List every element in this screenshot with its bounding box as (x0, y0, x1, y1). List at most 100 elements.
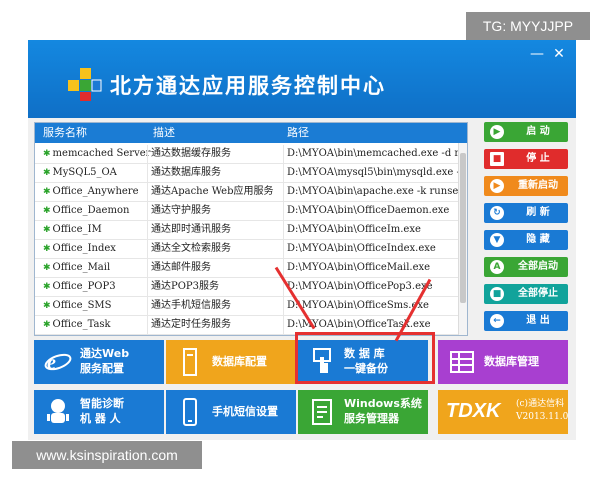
stop-all-button[interactable]: ■ 全部停止 (484, 284, 568, 304)
start-button[interactable]: ▶ 启 动 (484, 122, 568, 142)
service-table: 服务名称 描述 路径 ✱ memcached Server 通达数据缓存服务 D:… (34, 122, 468, 336)
stop-button[interactable]: ■ 停 止 (484, 149, 568, 169)
watermark-top: TG: MYYJJPP (466, 12, 590, 40)
table-row[interactable]: ✱ Office_Mail 通达邮件服务 D:\MYOA\bin\OfficeMa… (35, 259, 459, 278)
title-bar: 北方通达应用服务控制中心 — ✕ (28, 40, 576, 118)
server-icon (183, 348, 197, 376)
column-header-path[interactable]: 路径 (287, 123, 309, 143)
exit-icon: ← (490, 314, 504, 328)
service-name: memcached Server (52, 148, 151, 159)
service-description: 通达定时任务服务 (147, 316, 285, 334)
windows-service-manager-tile[interactable]: Windows系统 服务管理器 (298, 390, 428, 434)
table-row[interactable]: ✱ MySQL5_OA 通达数据库服务 D:\MYOA\mysql5\bin\my… (35, 164, 463, 183)
db-backup-tile[interactable]: 数 据 库一键备份 (298, 340, 428, 384)
scrollbar-thumb[interactable] (460, 153, 466, 303)
running-status-icon: ✱ (43, 206, 51, 216)
start-all-icon: A (490, 260, 504, 274)
running-status-icon: ✱ (43, 320, 51, 330)
app-window: 北方通达应用服务控制中心 — ✕ 服务名称 描述 路径 ✱ memcached S… (28, 40, 576, 440)
service-path: D:\MYOA\bin\OfficeMail.exe (283, 259, 463, 277)
table-row[interactable]: ✱ Office_POP3 通达POP3服务 D:\MYOA\bin\Office… (35, 278, 459, 297)
service-description: 通达数据库服务 (147, 164, 285, 182)
service-path: D:\MYOA\mysql5\bin\mysqld.exe --de... (283, 164, 463, 182)
robot-icon (47, 399, 69, 423)
play-icon: ▶ (490, 125, 504, 139)
table-row[interactable]: ✱ Office_Anywhere 通达Apache Web应用服务 D:\MYO… (35, 183, 463, 202)
stop-all-icon: ■ (490, 287, 504, 301)
table-scrollbar[interactable] (458, 143, 467, 335)
service-name: Office_Task (52, 319, 111, 330)
ie-icon: e (44, 352, 72, 374)
service-name: Office_Index (52, 243, 116, 254)
running-status-icon: ✱ (43, 301, 51, 311)
service-path: D:\MYOA\bin\apache.exe -k runservice (283, 183, 463, 201)
running-status-icon: ✱ (43, 225, 51, 235)
table-row[interactable]: ✱ memcached Server 通达数据缓存服务 D:\MYOA\bin\m… (35, 145, 463, 164)
service-path: D:\MYOA\bin\OfficeDaemon.exe (283, 202, 463, 220)
watermark-bottom: www.ksinspiration.com (12, 441, 202, 469)
table-row[interactable]: ✱ Office_Daemon 通达守护服务 D:\MYOA\bin\Office… (35, 202, 459, 221)
service-path: D:\MYOA\bin\OfficePop3.exe (283, 278, 463, 296)
running-status-icon: ✱ (43, 149, 51, 159)
table-row[interactable]: ✱ Office_SMS 通达手机短信服务 D:\MYOA\bin\OfficeS… (35, 297, 459, 316)
service-name: Office_Daemon (52, 205, 130, 216)
service-description: 通达即时通讯服务 (147, 221, 285, 239)
hide-button[interactable]: ▼ 隐 藏 (484, 230, 568, 250)
minimize-button[interactable]: — (528, 46, 546, 62)
service-name: Office_Anywhere (52, 186, 139, 197)
exit-button[interactable]: ← 退 出 (484, 311, 568, 331)
restart-icon: ▶ (490, 179, 504, 193)
service-description: 通达邮件服务 (147, 259, 285, 277)
service-manager-icon (312, 399, 332, 425)
hide-icon: ▼ (490, 233, 504, 247)
service-path: D:\MYOA\bin\OfficeIndex.exe (283, 240, 463, 258)
brand-tile: TDXK (c)通达信科 V2013.11.04 (438, 390, 568, 434)
service-path: D:\MYOA\bin\memcached.exe -d runs... (283, 145, 463, 163)
close-button[interactable]: ✕ (550, 46, 568, 62)
sms-config-tile[interactable]: 手机短信设置 (166, 390, 296, 434)
service-path: D:\MYOA\bin\OfficeIm.exe (283, 221, 463, 239)
service-name: Office_Mail (52, 262, 111, 273)
service-description: 通达全文检索服务 (147, 240, 285, 258)
service-description: 通达Apache Web应用服务 (147, 183, 285, 201)
restart-button[interactable]: ▶ 重新启动 (484, 176, 568, 196)
service-description: 通达数据缓存服务 (147, 145, 285, 163)
tdxk-logo: TDXK (446, 400, 501, 422)
db-manage-tile[interactable]: 数据库管理 (438, 340, 568, 384)
version-text: V2013.11.04 (516, 412, 568, 422)
table-row[interactable]: ✱ Office_Index 通达全文检索服务 D:\MYOA\bin\Offic… (35, 240, 459, 259)
click-hand-icon (313, 348, 331, 373)
db-config-tile[interactable]: 数据库配置 (166, 340, 296, 384)
web-config-tile[interactable]: e 通达Web 服务配置 (34, 340, 164, 384)
service-path: D:\MYOA\bin\OfficeSms.exe (283, 297, 463, 315)
start-all-button[interactable]: A 全部启动 (484, 257, 568, 277)
running-status-icon: ✱ (43, 187, 51, 197)
diagnosis-robot-tile[interactable]: 智能诊断机 器 人 (34, 390, 164, 434)
service-name: Office_IM (52, 224, 102, 235)
mobile-phone-icon (183, 398, 197, 426)
table-body: ✱ memcached Server 通达数据缓存服务 D:\MYOA\bin\m… (35, 145, 463, 335)
service-description: 通达手机短信服务 (147, 297, 285, 315)
svg-text:e: e (47, 352, 56, 374)
column-header-name[interactable]: 服务名称 (43, 123, 87, 143)
service-name: Office_SMS (52, 300, 112, 311)
running-status-icon: ✱ (43, 263, 51, 273)
refresh-button[interactable]: ↻ 刷 新 (484, 203, 568, 223)
table-header: 服务名称 描述 路径 (35, 123, 467, 143)
service-name: Office_POP3 (52, 281, 116, 292)
table-row[interactable]: ✱ Office_IM 通达即时通讯服务 D:\MYOA\bin\OfficeIm… (35, 221, 459, 240)
app-logo-icon (68, 68, 102, 101)
column-header-description[interactable]: 描述 (153, 123, 175, 143)
stop-icon: ■ (490, 152, 504, 166)
running-status-icon: ✱ (43, 282, 51, 292)
grid-icon (450, 351, 474, 373)
refresh-icon: ↻ (490, 206, 504, 220)
table-row[interactable]: ✱ Office_Task 通达定时任务服务 D:\MYOA\bin\Office… (35, 316, 459, 335)
running-status-icon: ✱ (43, 244, 51, 254)
service-description: 通达守护服务 (147, 202, 285, 220)
service-description: 通达POP3服务 (147, 278, 285, 296)
copyright-text: (c)通达信科 (516, 399, 565, 409)
running-status-icon: ✱ (43, 168, 51, 178)
service-name: MySQL5_OA (52, 167, 117, 178)
window-title: 北方通达应用服务控制中心 (110, 74, 386, 98)
